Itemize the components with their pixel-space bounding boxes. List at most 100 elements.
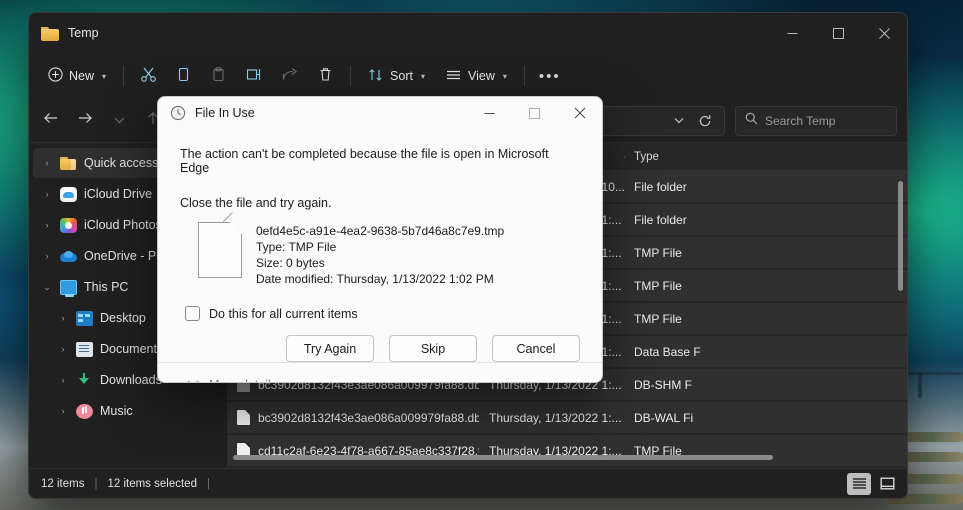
dialog-button-row: Try Again Skip Cancel xyxy=(180,335,580,362)
scrollbar-thumb[interactable] xyxy=(233,455,773,460)
chevron-right-icon[interactable]: › xyxy=(57,375,69,385)
sidebar-item-label: Quick access xyxy=(84,156,158,170)
large-icons-view-icon[interactable] xyxy=(875,473,899,495)
search-icon xyxy=(745,112,758,130)
new-button[interactable]: New ▾ xyxy=(39,60,115,92)
desktop-icon xyxy=(76,311,93,326)
file-type-cell: File folder xyxy=(624,213,907,227)
file-in-use-dialog: File In Use The action can't be complete… xyxy=(157,96,603,383)
chevron-down-icon[interactable]: ⌄ xyxy=(41,282,53,293)
arrow-right-icon xyxy=(77,111,93,130)
view-toggle-group xyxy=(847,473,899,495)
file-date-cell: Thursday, 1/13/2022 1:... xyxy=(479,411,624,425)
this-pc-icon xyxy=(60,280,77,295)
scrollbar-thumb[interactable] xyxy=(898,181,903,291)
quick-access-icon xyxy=(60,156,77,171)
horizontal-scrollbar[interactable] xyxy=(233,453,891,462)
explorer-titlebar: Temp xyxy=(29,13,907,53)
minimize-icon[interactable] xyxy=(769,13,815,53)
music-icon xyxy=(76,404,93,419)
more-details-link[interactable]: More details xyxy=(209,378,277,384)
copy-icon xyxy=(175,66,192,86)
do-this-for-all-label: Do this for all current items xyxy=(209,307,358,321)
window-controls xyxy=(769,13,907,53)
chevron-right-icon[interactable]: › xyxy=(57,406,69,416)
toolbar-divider xyxy=(350,66,351,86)
dialog-message: The action can't be completed because th… xyxy=(180,147,580,175)
status-selection-count: 12 items selected xyxy=(107,478,197,490)
view-button[interactable]: View ▾ xyxy=(436,60,516,92)
blank-file-icon xyxy=(198,222,242,278)
recent-locations-button[interactable] xyxy=(103,106,135,136)
share-button[interactable] xyxy=(273,60,307,92)
sidebar-item-music[interactable]: ›Music xyxy=(33,396,221,426)
window-title: Temp xyxy=(68,26,99,40)
downloads-icon xyxy=(76,373,93,388)
minimize-icon[interactable] xyxy=(467,97,512,129)
file-type-cell: TMP File xyxy=(624,246,907,260)
file-type-cell: File folder xyxy=(624,180,907,194)
dialog-window-controls xyxy=(467,97,602,129)
sidebar-item-label: Documents xyxy=(100,342,163,356)
trash-icon xyxy=(317,66,334,86)
status-item-count: 12 items xyxy=(41,478,84,490)
dialog-body: The action can't be completed because th… xyxy=(158,129,602,362)
column-header-type[interactable]: Type xyxy=(624,151,907,163)
copy-button[interactable] xyxy=(167,60,200,92)
wallpaper-plank xyxy=(900,432,963,442)
forward-button[interactable] xyxy=(69,106,101,136)
table-row[interactable]: bc3902d8132f43e3ae086a009979fa88.db-...T… xyxy=(227,402,907,433)
cancel-button[interactable]: Cancel xyxy=(492,335,580,362)
chevron-right-icon[interactable]: › xyxy=(41,220,53,230)
chevron-down-icon[interactable] xyxy=(186,379,200,384)
search-placeholder: Search Temp xyxy=(765,114,835,128)
maximize-icon[interactable] xyxy=(815,13,861,53)
rename-button[interactable] xyxy=(237,60,271,92)
chevron-down-icon: ▾ xyxy=(102,72,106,81)
file-icon xyxy=(237,410,250,425)
try-again-button[interactable]: Try Again xyxy=(286,335,374,362)
back-button[interactable] xyxy=(35,106,67,136)
chevron-right-icon[interactable]: › xyxy=(57,313,69,323)
chevron-right-icon[interactable]: › xyxy=(57,344,69,354)
close-icon[interactable] xyxy=(557,97,602,129)
documents-icon xyxy=(76,342,93,357)
icloud-photos-icon xyxy=(60,218,77,233)
details-view-icon[interactable] xyxy=(847,473,871,495)
do-this-for-all-row[interactable]: Do this for all current items xyxy=(180,306,580,321)
sidebar-item-label: This PC xyxy=(84,280,128,294)
chevron-down-icon[interactable] xyxy=(666,108,692,134)
maximize-icon[interactable] xyxy=(512,97,557,129)
delete-button[interactable] xyxy=(309,60,342,92)
chevron-right-icon[interactable]: › xyxy=(41,189,53,199)
toolbar-divider xyxy=(123,66,124,86)
cut-button[interactable] xyxy=(132,60,165,92)
file-type-cell: DB-SHM F xyxy=(624,378,907,392)
close-icon[interactable] xyxy=(861,13,907,53)
explorer-toolbar: New ▾ xyxy=(29,53,907,99)
skip-button[interactable]: Skip xyxy=(389,335,477,362)
refresh-icon[interactable] xyxy=(692,108,718,134)
list-lines-icon xyxy=(445,67,462,86)
file-date-modified: Date modified: Thursday, 1/13/2022 1:02 … xyxy=(256,271,504,287)
share-icon xyxy=(281,66,299,86)
plus-circle-icon xyxy=(48,67,63,85)
paste-button[interactable] xyxy=(202,60,235,92)
vertical-scrollbar[interactable] xyxy=(896,173,905,446)
sort-button[interactable]: Sort ▾ xyxy=(359,60,434,92)
file-type: Type: TMP File xyxy=(256,239,504,255)
chevron-right-icon[interactable]: › xyxy=(41,158,53,168)
file-name: 0efd4e5c-a91e-4ea2-9638-5b7d46a8c7e9.tmp xyxy=(256,223,504,239)
chevron-right-icon[interactable]: › xyxy=(41,251,53,261)
sort-button-label: Sort xyxy=(390,69,413,83)
more-options-button[interactable]: ••• xyxy=(533,68,567,85)
dialog-title: File In Use xyxy=(195,106,255,120)
clipboard-icon xyxy=(210,66,227,86)
search-input[interactable]: Search Temp xyxy=(735,106,897,136)
do-this-for-all-checkbox[interactable] xyxy=(185,306,200,321)
view-button-label: View xyxy=(468,69,495,83)
sidebar-item-label: iCloud Drive xyxy=(84,187,152,201)
file-info-text: 0efd4e5c-a91e-4ea2-9638-5b7d46a8c7e9.tmp… xyxy=(256,222,504,287)
wallpaper-railing xyxy=(905,372,963,375)
sidebar-item-label: Desktop xyxy=(100,311,146,325)
